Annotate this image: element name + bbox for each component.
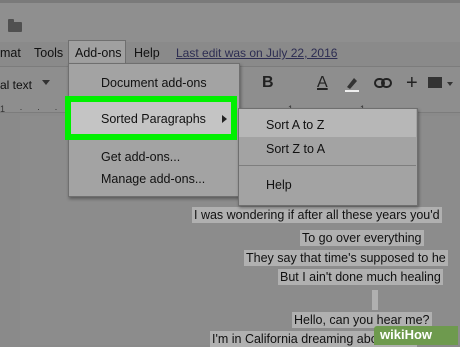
last-edit-link[interactable]: Last edit was on July 22, 2016 bbox=[176, 46, 337, 60]
menu-format[interactable]: mat bbox=[0, 46, 21, 60]
bold-button[interactable]: B bbox=[262, 74, 274, 92]
chevron-down-icon[interactable] bbox=[42, 80, 50, 85]
submenu-item-sort-z-a[interactable]: Sort Z to A bbox=[266, 142, 325, 156]
menu-tools[interactable]: Tools bbox=[34, 46, 63, 60]
menu-add-ons[interactable]: Add-ons bbox=[68, 40, 126, 64]
text-color-button[interactable]: A bbox=[317, 74, 328, 92]
selection-gap bbox=[372, 290, 378, 310]
plus-icon[interactable]: + bbox=[406, 72, 418, 95]
menu-item-manage-add-ons[interactable]: Manage add-ons... bbox=[101, 172, 205, 186]
chevron-down-icon[interactable] bbox=[447, 82, 453, 86]
highlighter-icon[interactable] bbox=[343, 74, 361, 92]
menu-help[interactable]: Help bbox=[134, 46, 160, 60]
menu-item-get-add-ons[interactable]: Get add-ons... bbox=[101, 150, 180, 164]
image-icon[interactable] bbox=[428, 77, 442, 88]
document-line[interactable]: To go over everything bbox=[300, 230, 424, 246]
menu-item-sorted-paragraphs[interactable]: Sorted Paragraphs bbox=[101, 112, 206, 126]
chevron-right-icon bbox=[222, 115, 227, 123]
submenu-item-help[interactable]: Help bbox=[266, 178, 292, 192]
link-icon[interactable] bbox=[374, 76, 392, 93]
document-line[interactable]: But I ain't done much healing bbox=[278, 269, 443, 285]
paragraph-style-select[interactable]: al text bbox=[0, 78, 32, 92]
document-line[interactable]: I was wondering if after all these years… bbox=[192, 207, 442, 223]
top-border bbox=[0, 0, 460, 3]
submenu-item-sort-a-z[interactable]: Sort A to Z bbox=[266, 118, 324, 132]
watermark-text: wikiHow bbox=[380, 327, 433, 342]
document-line[interactable]: They say that time's supposed to he bbox=[244, 250, 448, 266]
submenu-divider bbox=[239, 165, 416, 166]
folder-icon[interactable] bbox=[8, 19, 22, 32]
top-bar bbox=[0, 0, 460, 42]
menu-item-document-add-ons[interactable]: Document add-ons bbox=[101, 76, 207, 90]
